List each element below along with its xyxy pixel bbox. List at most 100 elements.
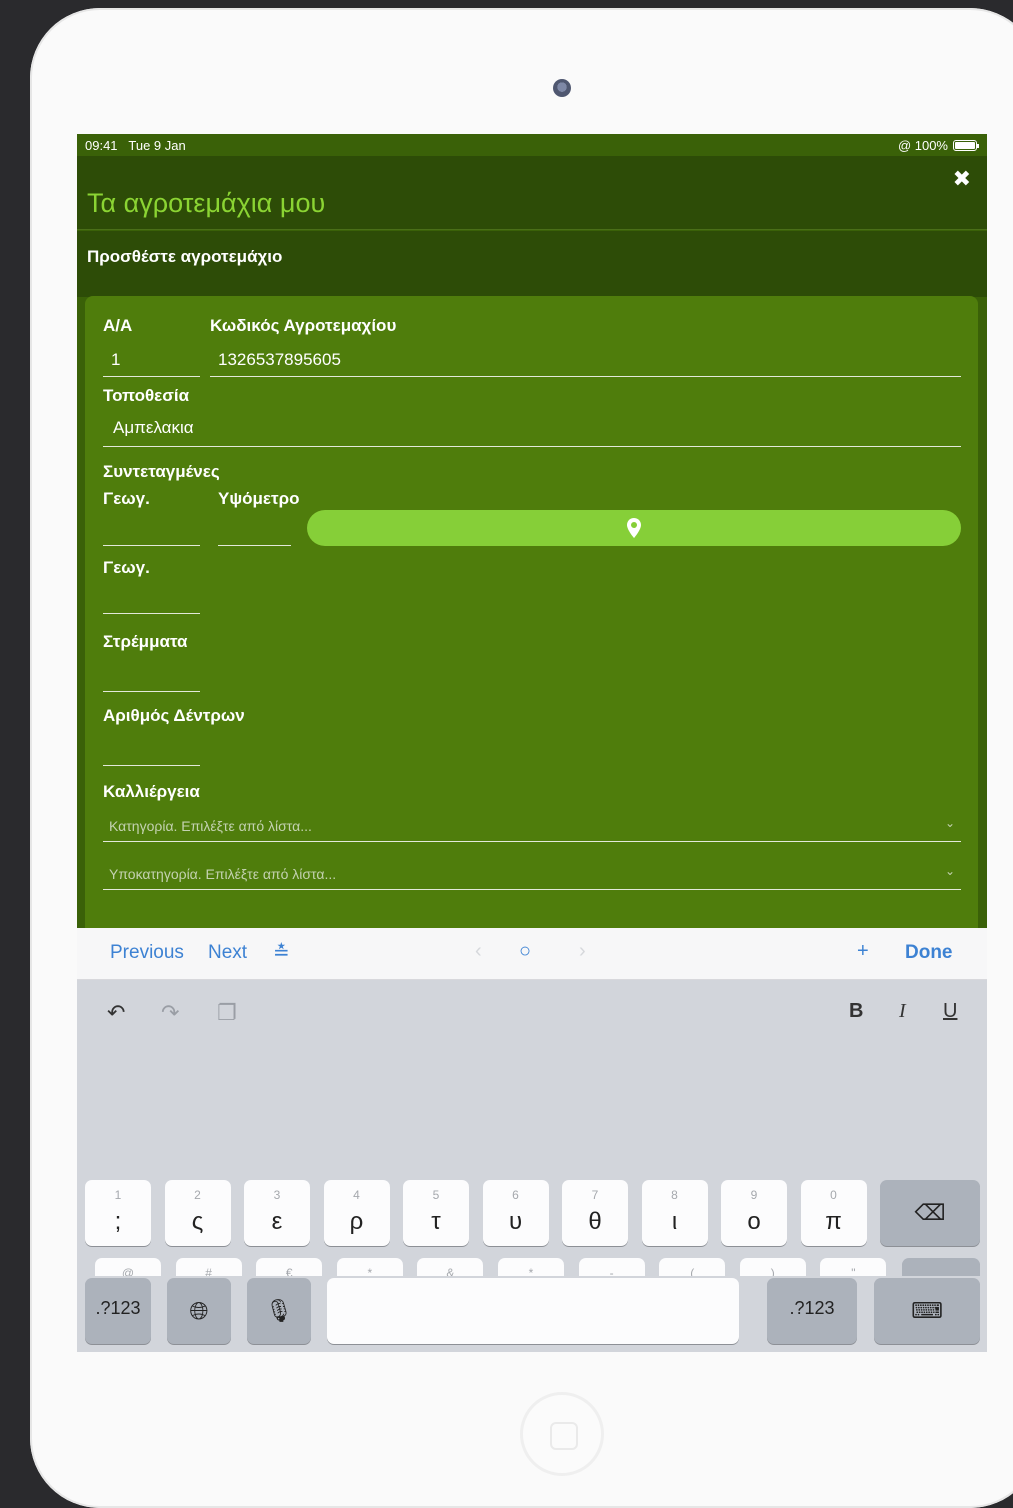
bold-button[interactable]: B — [849, 1000, 863, 1023]
stremmata-input[interactable] — [103, 664, 200, 692]
battery-icon — [953, 140, 979, 151]
key-row1-3[interactable]: 4ρ — [323, 1180, 390, 1246]
trees-label: Αριθμός Δέντρων — [103, 706, 245, 725]
section-title: Προσθέστε αγροτεμάχιο — [87, 247, 283, 266]
backspace-key[interactable]: ⌫ — [880, 1180, 980, 1246]
key-label: θ — [588, 1208, 602, 1235]
close-button[interactable]: ✖ — [953, 166, 971, 192]
key-row1-4[interactable]: 5τ — [403, 1180, 469, 1246]
key-label: ς — [191, 1208, 204, 1235]
globe-icon: 🌐︎ — [189, 1298, 209, 1325]
key-label: ο — [747, 1208, 761, 1235]
key-label: ρ — [349, 1208, 364, 1235]
key-hint: 5 — [432, 1188, 440, 1202]
location-underline — [103, 446, 961, 447]
chevron-down-icon: ⌄ — [944, 864, 955, 878]
status-bar: 09:41 Tue 9 Jan @ 100% — [77, 134, 987, 156]
key-row1-1[interactable]: 2ς — [164, 1180, 231, 1246]
trees-input[interactable] — [103, 738, 200, 766]
keyboard-bottom-row: .?123 🌐︎ 🎙︎ .?123 ⌨ — [77, 1276, 987, 1352]
location-label: Τοποθεσία — [103, 386, 190, 405]
parcel-form-card: Α/Α Κωδικός Αγροτεμαχίου 1 1326537895605… — [85, 296, 978, 936]
key-row1-2[interactable]: 3ε — [244, 1180, 310, 1246]
numbers-key-left[interactable]: .?123 — [85, 1278, 151, 1344]
parcel-code-value[interactable]: 1326537895605 — [218, 350, 341, 370]
next-button[interactable]: Next — [208, 942, 247, 964]
underline-button[interactable]: U — [943, 1000, 957, 1023]
redo-icon[interactable]: ↷ — [161, 1000, 179, 1026]
app-header: Τα αγροτεμάχια μου ✖ — [77, 156, 987, 230]
subcategory-select[interactable]: Υποκατηγορία. Επιλέξτε από λίστα... ⌄ — [103, 856, 961, 890]
altitude-input[interactable] — [218, 518, 291, 546]
add-icon[interactable]: + — [857, 940, 869, 963]
locate-on-map-button[interactable] — [307, 510, 961, 546]
cultivation-label: Καλλιέργεια — [103, 782, 200, 801]
key-label: υ — [508, 1208, 523, 1235]
altitude-label: Υψόμετρο — [218, 489, 300, 508]
geo-lat-input[interactable] — [103, 518, 200, 546]
previous-button[interactable]: Previous — [110, 942, 184, 964]
key-label: π — [825, 1208, 842, 1235]
section-header: Προσθέστε αγροτεμάχιο — [77, 231, 987, 297]
key-row1-8[interactable]: 9ο — [721, 1180, 787, 1246]
aa-underline — [103, 376, 200, 377]
microphone-key[interactable]: 🎙︎ — [247, 1278, 311, 1344]
key-hint: 6 — [512, 1188, 519, 1202]
done-button[interactable]: Done — [905, 942, 953, 964]
key-hint: 2 — [194, 1188, 201, 1202]
globe-key[interactable]: 🌐︎ — [167, 1278, 231, 1344]
parcel-code-label: Κωδικός Αγροτεμαχίου — [210, 316, 397, 335]
key-row1-6[interactable]: 7θ — [562, 1180, 628, 1246]
hide-keyboard-key[interactable]: ⌨ — [874, 1278, 980, 1344]
parcel-code-underline — [210, 376, 961, 377]
key-label: ε — [271, 1208, 283, 1235]
chevron-right-icon[interactable]: › — [579, 940, 586, 963]
key-hint: 1 — [114, 1188, 122, 1202]
geo-lon-input[interactable] — [103, 586, 200, 614]
key-hint: 7 — [591, 1188, 599, 1202]
key-hint: 0 — [830, 1188, 837, 1202]
chevron-down-icon: ⌄ — [944, 816, 955, 830]
geo-lon-label: Γεωγ. — [103, 558, 150, 577]
key-hint: 9 — [750, 1188, 758, 1202]
category-placeholder: Κατηγορία. Επιλέξτε από λίστα... — [109, 818, 312, 834]
key-hint: 3 — [273, 1188, 281, 1202]
keyboard-dismiss-icon: ⌨ — [911, 1298, 943, 1323]
key-row1-9[interactable]: 0π — [800, 1180, 867, 1246]
key-hint: 8 — [671, 1188, 678, 1202]
keyboard-accessory-bar: Previous Next ≛ ‹ ○ › + Done — [77, 928, 987, 980]
status-right: @ 100% — [897, 138, 979, 153]
key-label: ; — [114, 1208, 122, 1235]
italic-button[interactable]: I — [899, 1000, 906, 1023]
undo-icon[interactable]: ↶ — [107, 1000, 125, 1026]
stremmata-label: Στρέμματα — [103, 632, 188, 651]
key-row1-7[interactable]: 8ι — [641, 1180, 708, 1246]
app-screen: 09:41 Tue 9 Jan @ 100% Τα αγροτεμάχια μο… — [77, 134, 987, 1352]
circle-icon[interactable]: ○ — [519, 940, 531, 963]
format-list-icon[interactable]: ≛ — [273, 940, 290, 965]
numbers-key-right[interactable]: .?123 — [767, 1278, 857, 1344]
key-row1-5[interactable]: 6υ — [482, 1180, 549, 1246]
subcategory-placeholder: Υποκατηγορία. Επιλέξτε από λίστα... — [109, 866, 337, 882]
microphone-icon: 🎙︎ — [265, 1298, 293, 1323]
battery-percentage: @ 100% — [897, 138, 948, 153]
key-label: τ — [431, 1208, 441, 1235]
geo-lat-label: Γεωγ. — [103, 489, 150, 508]
aa-value[interactable]: 1 — [111, 350, 120, 370]
camera-lens — [553, 79, 571, 97]
key-label: ι — [671, 1208, 678, 1235]
aa-label: Α/Α — [103, 316, 133, 335]
paste-icon[interactable]: ❐ — [217, 1000, 237, 1026]
map-pin-icon — [627, 518, 641, 538]
coordinates-label: Συντεταγμένες — [103, 462, 220, 481]
backspace-icon: ⌫ — [914, 1200, 946, 1225]
status-time: 09:41 Tue 9 Jan — [85, 138, 186, 153]
home-button[interactable] — [520, 1392, 604, 1476]
location-value[interactable]: Αμπελακια — [113, 418, 194, 438]
key-row1-0[interactable]: 1; — [85, 1180, 151, 1246]
chevron-left-icon[interactable]: ‹ — [475, 940, 482, 963]
category-select[interactable]: Κατηγορία. Επιλέξτε από λίστα... ⌄ — [103, 808, 961, 842]
key-hint: 4 — [353, 1188, 360, 1202]
page-title: Τα αγροτεμάχια μου — [87, 188, 326, 218]
space-key[interactable] — [327, 1278, 739, 1344]
